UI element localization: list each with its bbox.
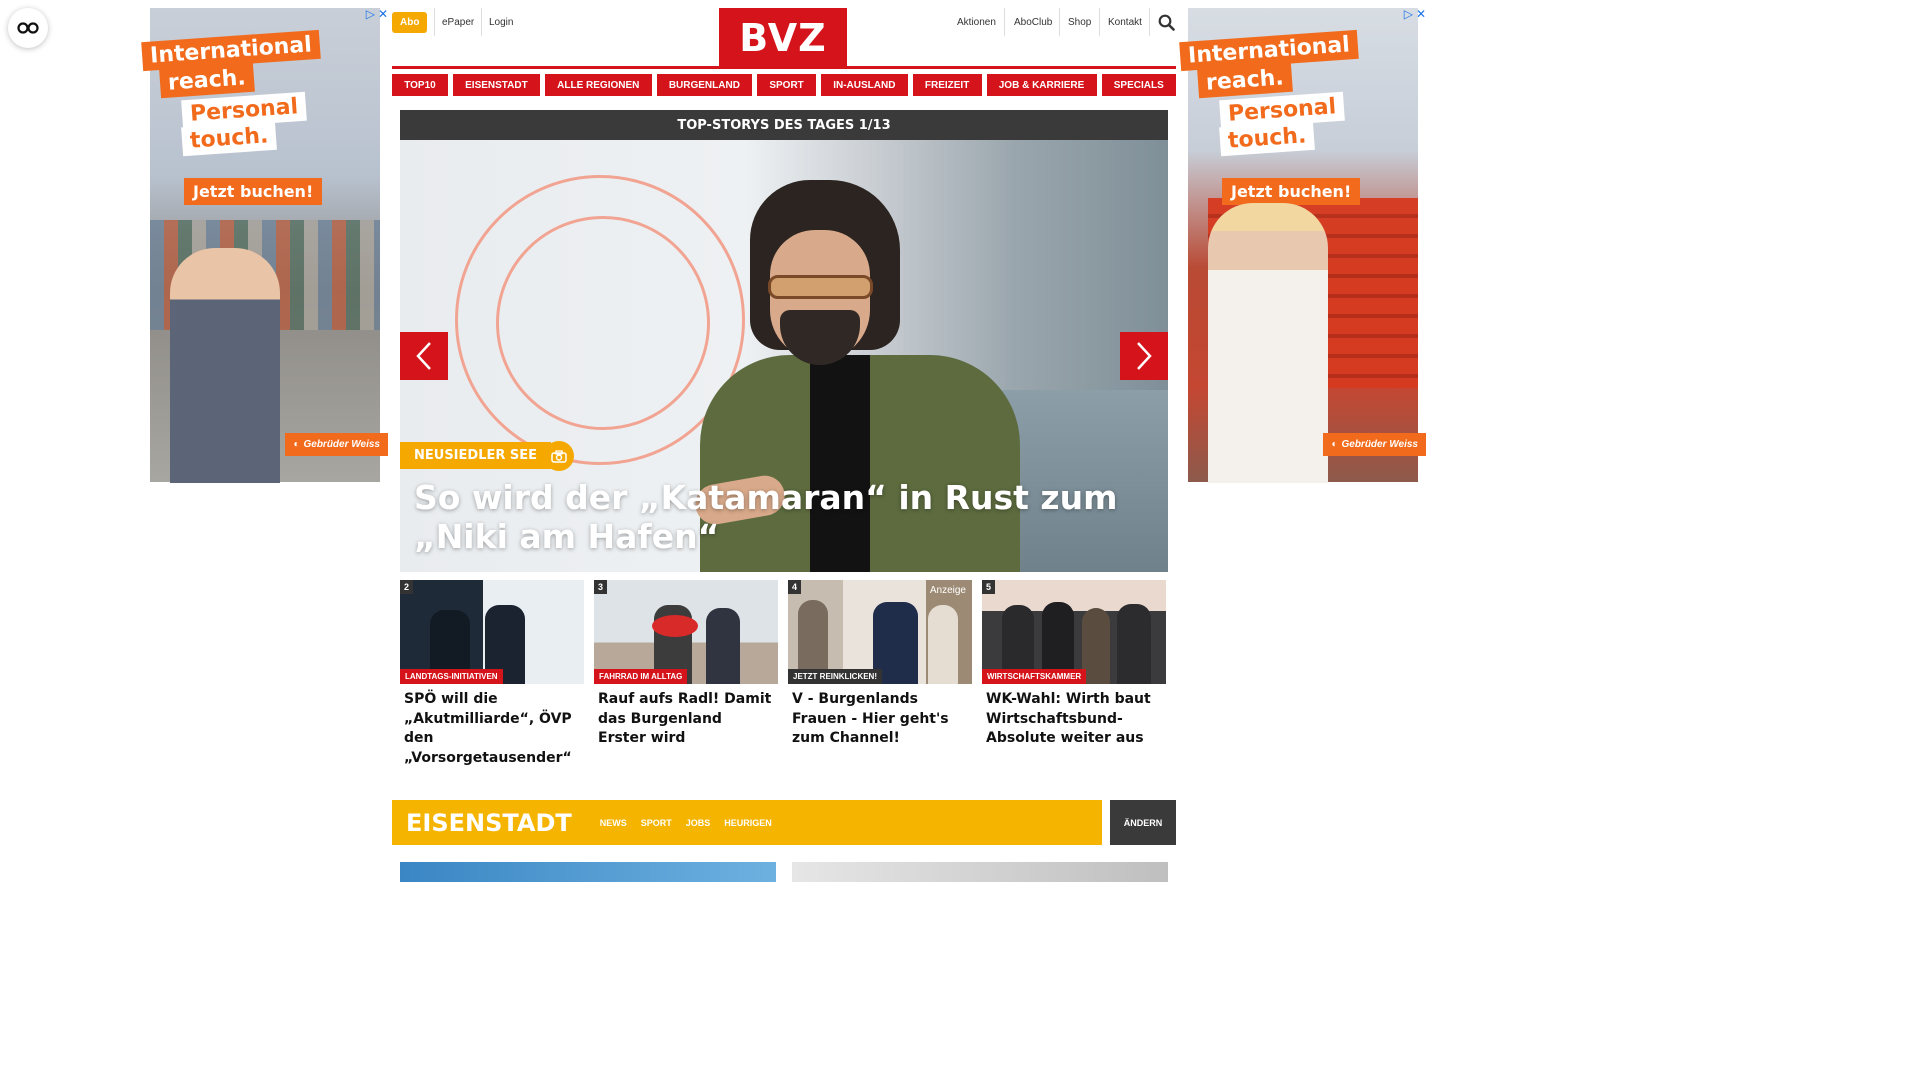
site-header: Abo ePaper Login BVZ Aktionen AboClub Sh… <box>392 8 1176 70</box>
person-figure <box>706 608 740 684</box>
left-ad-banner[interactable]: ▷ ✕ International reach. Personal touch.… <box>141 8 388 483</box>
reader-toggle-button[interactable] <box>8 8 48 48</box>
ad-person-image <box>1208 203 1328 483</box>
top-stories-list: 2 LANDTAGS-INITIATIVEN SPÖ will die „Aku… <box>400 580 1168 768</box>
story-category: JETZT REINKLICKEN! <box>788 669 882 684</box>
person-figure <box>1117 604 1151 684</box>
previous-slide-button[interactable] <box>400 332 448 380</box>
story-number: 5 <box>982 580 996 594</box>
divider <box>434 8 435 36</box>
nav-item-alle-regionen[interactable]: ALLE REGIONEN <box>544 74 652 96</box>
divider <box>481 8 482 36</box>
ad-brand-logo: ◐ Gebrüder Weiss <box>285 433 388 456</box>
story-number: 4 <box>788 580 802 594</box>
search-icon[interactable] <box>1158 14 1175 31</box>
nav-item-in-ausland[interactable]: IN-AUSLAND <box>821 74 908 96</box>
brand-mark-icon: ◐ <box>1331 439 1338 450</box>
nav-link-aboclub[interactable]: AboClub <box>1014 17 1052 28</box>
abo-button[interactable]: Abo <box>392 12 428 33</box>
story-category: FAHRRAD IM ALLTAG <box>594 669 688 684</box>
region-link-jobs[interactable]: JOBS <box>686 818 711 828</box>
person-figure <box>928 605 958 684</box>
story-number: 2 <box>400 580 414 594</box>
nav-item-top10[interactable]: TOP10 <box>392 74 448 96</box>
hero-category-badge[interactable]: NEUSIEDLER SEE <box>400 442 552 469</box>
divider <box>1004 8 1005 36</box>
nav-link-aktionen[interactable]: Aktionen <box>957 17 996 28</box>
region-title[interactable]: EISENSTADT <box>406 809 572 837</box>
region-story-image[interactable] <box>400 862 776 882</box>
glasses <box>768 275 873 299</box>
nav-item-freizeit[interactable]: FREIZEIT <box>912 74 982 96</box>
hero-story[interactable]: NEUSIEDLER SEE So wird der „Katamaran“ i… <box>400 140 1168 572</box>
ad-person-image <box>170 248 280 483</box>
ad-choices[interactable]: ▷ ✕ <box>1404 8 1426 20</box>
nav-item-sport[interactable]: SPORT <box>757 74 817 96</box>
right-ad-banner[interactable]: ▷ ✕ International reach. Personal touch.… <box>1179 8 1426 483</box>
nav-link-kontakt[interactable]: Kontakt <box>1108 17 1142 28</box>
story-number: 3 <box>594 580 608 594</box>
epaper-link[interactable]: ePaper <box>442 17 474 28</box>
region-bar: EISENSTADT NEWS SPORT JOBS HEURIGEN <box>392 800 1102 845</box>
ad-label: Anzeige <box>929 585 966 596</box>
story-card[interactable]: 3 FAHRRAD IM ALLTAG Rauf aufs Radl! Dami… <box>594 580 778 768</box>
region-story-image[interactable] <box>792 862 1168 882</box>
region-link-sport[interactable]: SPORT <box>641 818 672 828</box>
story-card[interactable]: 4 Anzeige JETZT REINKLICKEN! V - Burgenl… <box>788 580 972 768</box>
nav-link-shop[interactable]: Shop <box>1068 17 1091 28</box>
story-category: WIRTSCHAFTSKAMMER <box>982 669 1087 684</box>
top-stories-header: TOP-STORYS DES TAGES 1/13 <box>400 110 1168 140</box>
story-image: 3 FAHRRAD IM ALLTAG <box>594 580 778 684</box>
story-title[interactable]: WK-Wahl: Wirth baut Wirtschaftsbund-Abso… <box>982 684 1166 749</box>
story-image: 5 WIRTSCHAFTSKAMMER <box>982 580 1166 684</box>
divider <box>1099 8 1100 36</box>
close-ad-icon[interactable]: ✕ <box>1416 8 1426 20</box>
region-link-heurigen[interactable]: HEURIGEN <box>724 818 772 828</box>
nav-item-specials[interactable]: SPECIALS <box>1101 74 1176 96</box>
story-title[interactable]: Rauf aufs Radl! Damit das Burgenland Ers… <box>594 684 778 749</box>
ad-cta-button[interactable]: Jetzt buchen! <box>184 178 323 205</box>
close-ad-icon[interactable]: ✕ <box>378 8 388 20</box>
ad-choices[interactable]: ▷ ✕ <box>366 8 388 20</box>
story-image: 2 LANDTAGS-INITIATIVEN <box>400 580 584 684</box>
adchoices-icon[interactable]: ▷ <box>366 8 375 20</box>
hero-headline[interactable]: So wird der „Katamaran“ in Rust zum „Nik… <box>414 478 1154 556</box>
camera-icon <box>544 441 574 471</box>
nav-item-eisenstadt[interactable]: EISENSTADT <box>452 74 540 96</box>
brand-mark-icon: ◐ <box>293 439 300 450</box>
login-link[interactable]: Login <box>489 17 513 28</box>
story-card[interactable]: 2 LANDTAGS-INITIATIVEN SPÖ will die „Aku… <box>400 580 584 768</box>
ad-cta-button[interactable]: Jetzt buchen! <box>1222 178 1361 205</box>
chevron-right-icon <box>1137 342 1152 370</box>
nav-item-burgenland[interactable]: BURGENLAND <box>656 74 753 96</box>
main-nav: TOP10 EISENSTADT ALLE REGIONEN BURGENLAN… <box>392 74 1176 96</box>
story-title[interactable]: V - Burgenlands Frauen - Hier geht's zum… <box>788 684 972 749</box>
next-slide-button[interactable] <box>1120 332 1168 380</box>
story-category: LANDTAGS-INITIATIVEN <box>400 669 503 684</box>
bvz-logo[interactable]: BVZ <box>719 8 847 68</box>
adchoices-icon[interactable]: ▷ <box>1404 8 1413 20</box>
divider <box>1059 8 1060 36</box>
sign-graphic <box>652 615 698 637</box>
ad-brand-logo: ◐ Gebrüder Weiss <box>1323 433 1426 456</box>
nav-item-job-karriere[interactable]: JOB & KARRIERE <box>986 74 1097 96</box>
ad-brand-name: Gebrüder Weiss <box>303 439 380 450</box>
region-link-news[interactable]: NEWS <box>600 818 627 828</box>
story-card[interactable]: 5 WIRTSCHAFTSKAMMER WK-Wahl: Wirth baut … <box>982 580 1166 768</box>
glasses-icon <box>17 22 39 34</box>
ad-brand-name: Gebrüder Weiss <box>1341 439 1418 450</box>
chevron-left-icon <box>416 342 431 370</box>
divider <box>1149 8 1150 36</box>
header-divider <box>392 66 1176 69</box>
change-region-button[interactable]: ÄNDERN <box>1110 800 1176 845</box>
story-title[interactable]: SPÖ will die „Akutmilliarde“, ÖVP den „V… <box>400 684 584 768</box>
story-image: 4 Anzeige JETZT REINKLICKEN! <box>788 580 972 684</box>
